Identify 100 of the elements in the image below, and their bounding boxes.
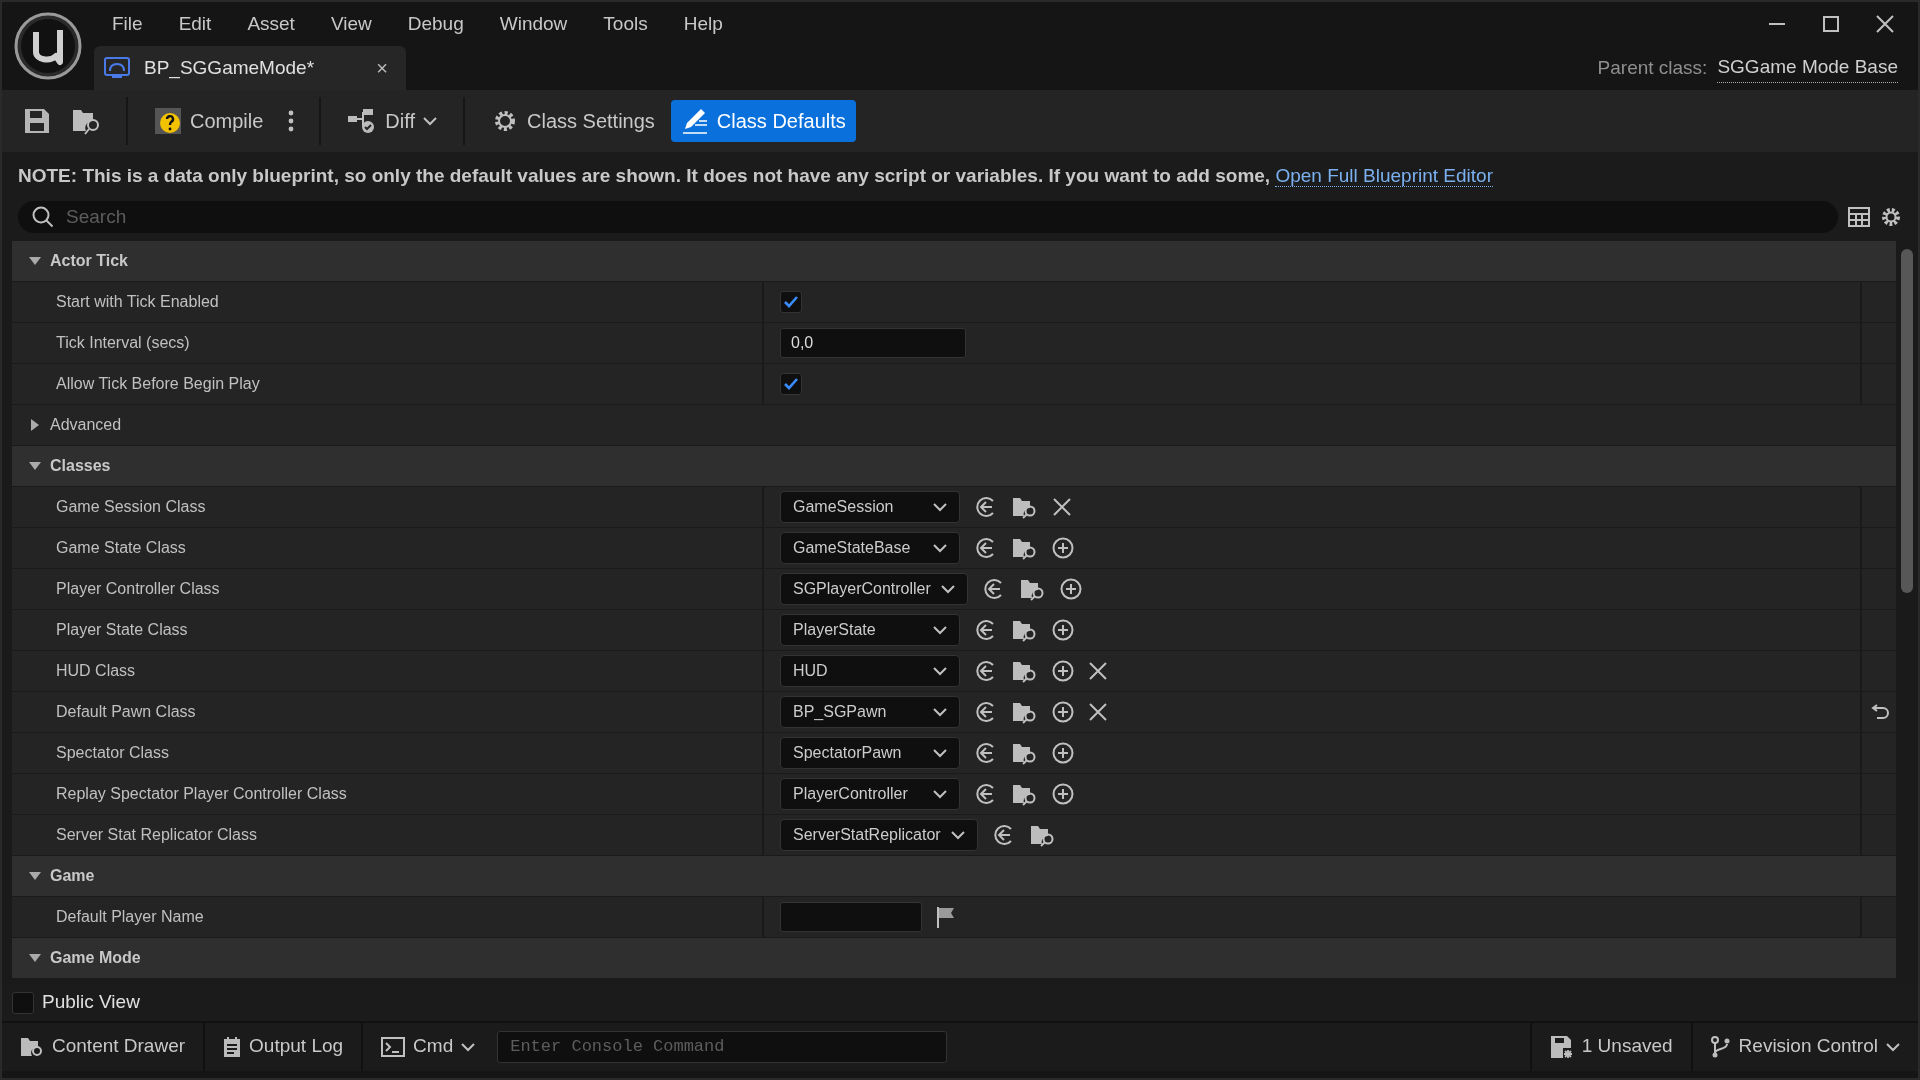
property-label: Default Pawn Class: [55, 701, 197, 722]
flag-icon[interactable]: [936, 905, 956, 928]
property-label: Start with Tick Enabled: [55, 291, 220, 312]
menu-item[interactable]: Tools: [585, 9, 666, 39]
plus-circle-icon[interactable]: [1059, 577, 1082, 600]
property-group-row[interactable]: Advanced: [12, 404, 1896, 445]
editor-tab[interactable]: BP_SGGameMode* ×: [94, 46, 406, 90]
checkbox[interactable]: [780, 290, 802, 313]
close-tab-button[interactable]: ×: [376, 53, 388, 83]
property-label: Player State Class: [55, 619, 189, 640]
menu-item[interactable]: Edit: [160, 9, 230, 39]
log-icon: [223, 1035, 242, 1058]
maximize-icon[interactable]: [1822, 15, 1840, 33]
tab-title: BP_SGGameMode*: [144, 55, 316, 81]
number-field[interactable]: 0,0: [780, 327, 966, 358]
mode-button[interactable]: Class Settings: [481, 100, 665, 142]
folder-search-icon: [20, 1035, 44, 1058]
section-header[interactable]: Game Mode: [12, 937, 1896, 978]
menu-item[interactable]: Asset: [229, 9, 313, 39]
status-button[interactable]: Content Drawer: [2, 1022, 206, 1071]
class-dropdown[interactable]: ServerStatReplicator: [780, 818, 978, 851]
open-editor-link[interactable]: Open Full Blueprint Editor: [1275, 165, 1493, 187]
plus-circle-icon[interactable]: [1052, 536, 1074, 559]
section-title: Game Mode: [50, 947, 141, 968]
caret-down-icon: [933, 624, 947, 635]
compile-button[interactable]: Compile: [144, 100, 274, 142]
property-label: Default Player Name: [55, 906, 205, 927]
status-button[interactable]: 1 Unsaved: [1529, 1022, 1693, 1071]
text-field[interactable]: [780, 901, 922, 932]
plus-circle-icon[interactable]: [1052, 618, 1074, 641]
section-header[interactable]: Game: [12, 855, 1896, 896]
compile-warning-icon: [154, 107, 182, 135]
class-dropdown[interactable]: GameStateBase: [780, 531, 960, 564]
status-button[interactable]: Revision Control: [1692, 1022, 1918, 1071]
section-title: Classes: [50, 455, 111, 476]
note-text: NOTE: This is a data only blueprint, so only the default values are shown. It does not have any script or variables. If you want to add some, Open Full Blueprint Editor: [18, 164, 1494, 189]
close-icon[interactable]: [1876, 15, 1894, 33]
class-dropdown[interactable]: BP_SGPawn: [780, 695, 960, 728]
terminal-icon: [381, 1036, 406, 1057]
property-label: Game State Class: [55, 537, 187, 558]
diff-button[interactable]: Diff: [337, 100, 447, 142]
parent-class-link[interactable]: SGGame Mode Base: [1717, 53, 1898, 83]
more-options-icon[interactable]: [287, 109, 296, 133]
checkbox[interactable]: [12, 991, 34, 1014]
caret-down-icon: [940, 583, 955, 594]
section-header[interactable]: Actor Tick: [12, 240, 1896, 281]
class-dropdown[interactable]: HUD: [780, 654, 960, 687]
x-mark-icon[interactable]: [1088, 660, 1108, 681]
x-mark-icon[interactable]: [1088, 701, 1108, 722]
logo-icon: [14, 12, 82, 80]
cmd-dropdown[interactable]: Cmd: [363, 1022, 494, 1071]
mode-button[interactable]: Class Defaults: [670, 100, 856, 142]
plus-circle-icon[interactable]: [1052, 741, 1074, 764]
property-label: HUD Class: [55, 660, 137, 681]
class-dropdown[interactable]: PlayerState: [780, 613, 960, 646]
section-header[interactable]: Classes: [12, 445, 1896, 486]
plus-circle-icon[interactable]: [1052, 700, 1074, 723]
plus-circle-icon[interactable]: [1052, 659, 1074, 682]
menu-item[interactable]: View: [312, 9, 390, 39]
caret-down-icon: [461, 1041, 476, 1052]
console-input[interactable]: Enter Console Command: [497, 1030, 948, 1063]
caret-down-icon: [933, 788, 947, 799]
caret-down-icon: [933, 542, 947, 553]
status-button[interactable]: Output Log: [205, 1022, 364, 1071]
menu-item[interactable]: Help: [665, 9, 741, 39]
class-dropdown[interactable]: SGPlayerController: [780, 572, 968, 605]
section-title: Actor Tick: [50, 250, 128, 271]
caret-down-icon: [933, 706, 947, 717]
parent-class-label: Parent class:: [1597, 55, 1708, 80]
group-label: Advanced: [50, 414, 122, 435]
folder-search-icon[interactable]: [72, 107, 102, 135]
menu-item[interactable]: Window: [481, 9, 586, 39]
property-label: Replay Spectator Player Controller Class: [55, 783, 348, 804]
plus-circle-icon[interactable]: [1052, 782, 1074, 805]
x-mark-icon[interactable]: [1052, 496, 1072, 517]
property-label: Allow Tick Before Begin Play: [55, 373, 261, 394]
caret-down-icon: [1886, 1041, 1900, 1052]
caret-down-icon: [423, 116, 437, 126]
checkbox[interactable]: [780, 372, 802, 395]
branch-icon: [1710, 1035, 1731, 1058]
scrollbar[interactable]: [1901, 248, 1913, 593]
table-view-icon[interactable]: [1848, 206, 1870, 227]
public-view-label: Public View: [42, 990, 140, 1015]
undo-arrow-icon[interactable]: [1869, 703, 1889, 720]
save-icon[interactable]: [24, 108, 50, 134]
class-dropdown[interactable]: SpectatorPawn: [780, 736, 960, 769]
settings-icon[interactable]: [1880, 205, 1902, 228]
property-label: Game Session Class: [55, 496, 207, 517]
caret-down-icon: [933, 665, 947, 676]
caret-down-icon: [933, 501, 947, 512]
class-dropdown[interactable]: GameSession: [780, 490, 960, 523]
menu-item[interactable]: Debug: [389, 9, 482, 39]
class-dropdown[interactable]: PlayerController: [780, 777, 960, 810]
menu-item[interactable]: File: [94, 9, 161, 39]
caret-down-icon: [950, 829, 965, 840]
unsaved-save-icon: [1549, 1034, 1574, 1059]
pencil-lines-icon: [680, 107, 709, 135]
search-field[interactable]: Search: [18, 200, 1838, 233]
caret-down-icon: [933, 747, 947, 758]
search-icon: [32, 205, 54, 228]
